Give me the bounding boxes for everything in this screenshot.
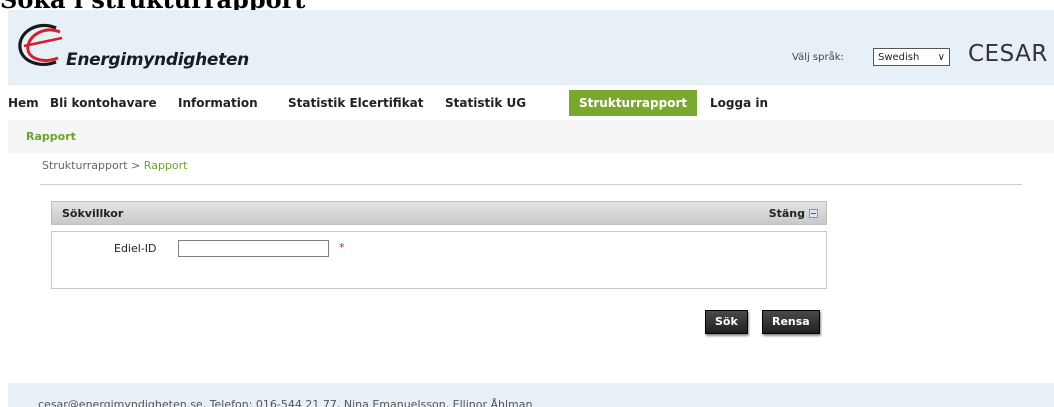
nav-item-hem[interactable]: Hem	[8, 90, 39, 116]
logo[interactable]: Energimyndigheten	[16, 22, 249, 72]
breadcrumb-separator: >	[127, 159, 144, 172]
clear-button[interactable]: Rensa	[762, 310, 820, 334]
divider	[40, 184, 1022, 185]
nav-item-bli-kontohavare[interactable]: Bli kontohavare	[50, 90, 157, 116]
close-panel-button[interactable]: Stäng	[769, 207, 818, 220]
footer-contact-text: cesar@energimyndigheten.se, Telefon: 016…	[38, 398, 533, 407]
nav-item-strukturrapport[interactable]: Strukturrapport	[569, 90, 698, 116]
footer: cesar@energimyndigheten.se, Telefon: 016…	[8, 383, 1054, 407]
main-nav: Hem Bli kontohavare Information Statisti…	[8, 90, 1054, 116]
search-button[interactable]: Sök	[705, 310, 748, 334]
nav-item-logga-in[interactable]: Logga in	[710, 90, 768, 116]
breadcrumb-current[interactable]: Rapport	[144, 159, 188, 172]
app-name: CESAR	[968, 41, 1048, 67]
nav-item-statistik-elcertifikat[interactable]: Statistik Elcertifikat	[288, 90, 424, 116]
nav-item-statistik-ug[interactable]: Statistik UG	[445, 90, 526, 116]
logo-swoosh-icon	[18, 23, 63, 66]
breadcrumb: Strukturrapport > Rapport	[42, 159, 187, 172]
sub-nav: Rapport	[8, 120, 1054, 153]
search-panel-body: Ediel-ID *	[51, 231, 827, 289]
header: Energimyndigheten Välj språk: Swedish ∨ …	[8, 10, 1054, 85]
ediel-id-input[interactable]	[178, 240, 329, 257]
ediel-id-label: Ediel-ID	[114, 242, 157, 255]
language-selected-value: Swedish	[878, 51, 920, 63]
search-panel-header: Sökvillkor Stäng	[51, 201, 827, 225]
collapse-icon	[809, 209, 818, 218]
chevron-down-icon: ∨	[937, 51, 945, 63]
language-select[interactable]: Swedish ∨	[873, 48, 950, 66]
close-panel-label: Stäng	[768, 207, 805, 220]
required-marker: *	[339, 241, 345, 254]
language-label: Välj språk:	[792, 52, 844, 63]
logo-text: Energimyndigheten	[66, 50, 249, 70]
subnav-item-rapport[interactable]: Rapport	[26, 130, 76, 143]
search-panel-title: Sökvillkor	[62, 207, 124, 220]
breadcrumb-parent[interactable]: Strukturrapport	[42, 159, 128, 172]
nav-item-information[interactable]: Information	[178, 90, 258, 116]
